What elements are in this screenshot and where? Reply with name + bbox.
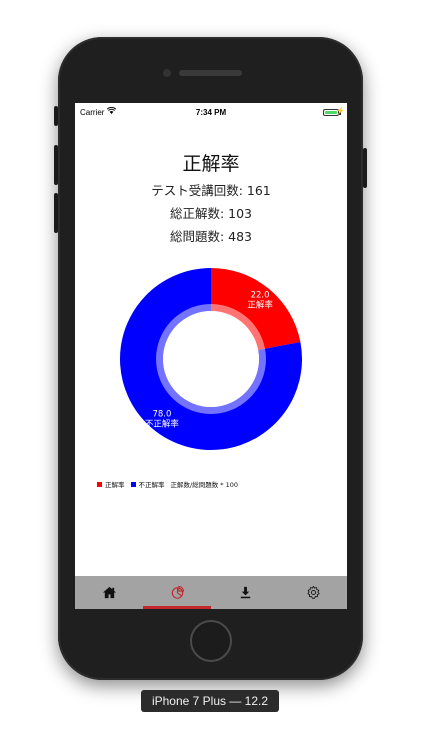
- active-tab-indicator: [143, 606, 211, 609]
- tab-chart[interactable]: [143, 576, 211, 609]
- mute-switch[interactable]: [54, 106, 58, 126]
- tab-download[interactable]: [211, 576, 279, 609]
- legend-item-incorrect: 不正解率: [130, 479, 165, 489]
- tab-settings[interactable]: [279, 576, 347, 609]
- slice-value-label-0: 22.0: [251, 291, 270, 301]
- front-camera: [163, 69, 171, 77]
- tab-home[interactable]: [75, 576, 143, 609]
- slice-value-label-1: 78.0: [152, 409, 171, 419]
- home-button[interactable]: [190, 620, 232, 662]
- home-icon: [102, 586, 116, 599]
- chart-legend: 正解率 不正解率 正解数/総問題数 * 100: [97, 478, 238, 490]
- app-screen: Carrier 7:34 PM ⚡ 正解率 テスト受講回数: 161 総正解数:…: [75, 103, 347, 609]
- legend-swatch-correct: [97, 481, 102, 487]
- donut-center-hole: [163, 311, 259, 407]
- tab-bar: [75, 576, 347, 609]
- legend-swatch-incorrect: [130, 481, 136, 487]
- donut-chart: 22.0正解率 78.0不正解率: [119, 268, 302, 451]
- legend-item-correct: 正解率: [97, 479, 125, 489]
- pie-chart-icon: [171, 585, 184, 599]
- gear-icon: [306, 585, 320, 599]
- legend-label-incorrect: 不正解率: [138, 481, 165, 489]
- download-icon: [240, 586, 250, 599]
- volume-up-button[interactable]: [54, 145, 58, 185]
- simulator-device-label: iPhone 7 Plus — 12.2: [141, 690, 279, 712]
- slice-name-label-1: 不正解率: [145, 418, 180, 429]
- earpiece-speaker: [179, 70, 242, 76]
- slice-name-label-0: 正解率: [247, 300, 273, 311]
- power-button[interactable]: [363, 148, 367, 188]
- legend-description: 正解数/総問題数 * 100: [170, 481, 238, 489]
- legend-label-correct: 正解率: [105, 481, 125, 489]
- volume-down-button[interactable]: [54, 193, 58, 233]
